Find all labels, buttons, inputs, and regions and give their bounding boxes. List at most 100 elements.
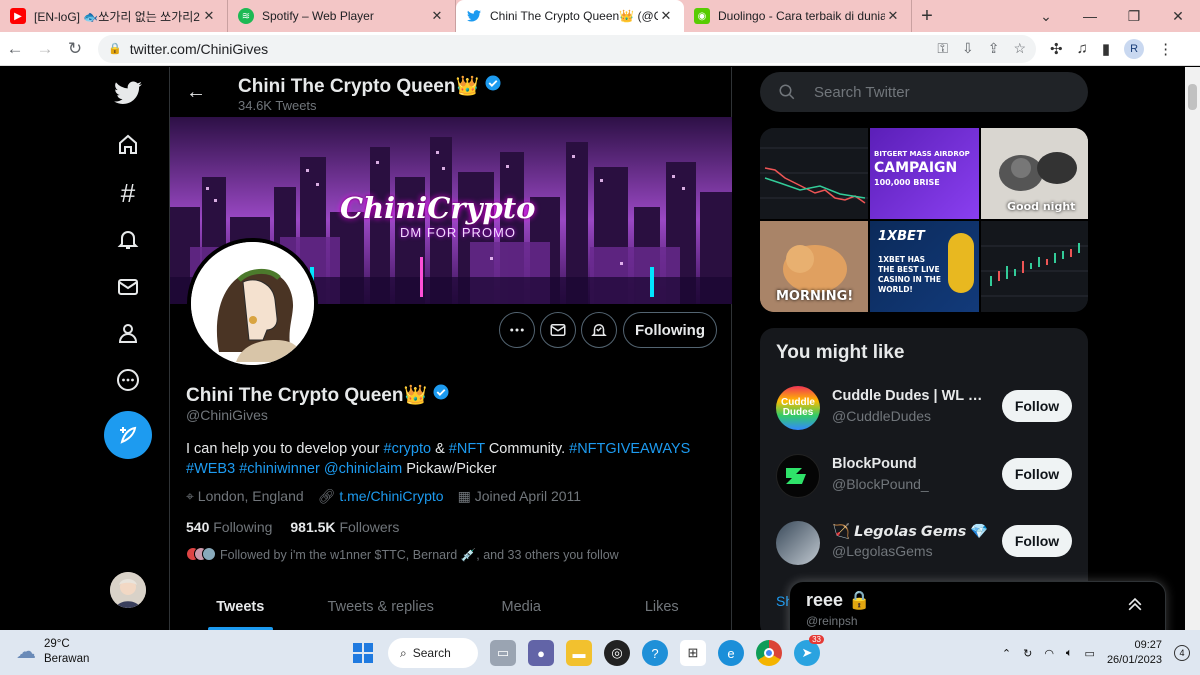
new-tab-button[interactable]: + bbox=[912, 0, 942, 32]
telegram-badge: 33 bbox=[809, 635, 824, 644]
bookmark-star-icon[interactable]: ☆ bbox=[1013, 40, 1026, 57]
hashtag-link[interactable]: #WEB3 bbox=[186, 461, 235, 477]
install-icon[interactable]: ⇩ bbox=[962, 40, 974, 57]
volume-icon[interactable]: 🔈︎ bbox=[1066, 647, 1073, 660]
notify-button[interactable] bbox=[581, 312, 617, 348]
close-tab-icon[interactable]: ✕ bbox=[201, 8, 217, 24]
suggestion-name[interactable]: 🏹 𝙇𝙚𝙜𝙤𝙡𝙖𝙨 𝙂𝙚𝙢𝙨 💎 bbox=[832, 523, 992, 540]
file-explorer-icon[interactable]: ▬ bbox=[566, 640, 592, 666]
media-thumb-cats[interactable]: Good night bbox=[981, 128, 1088, 219]
suggestion-name[interactable]: BlockPound bbox=[832, 456, 992, 472]
media-thumb-chart[interactable] bbox=[760, 128, 868, 219]
edge-icon[interactable]: e bbox=[718, 640, 744, 666]
close-tab-icon[interactable]: ✕ bbox=[885, 8, 901, 24]
profile-avatar[interactable]: R bbox=[1124, 38, 1145, 59]
page-scrollbar[interactable] bbox=[1185, 67, 1200, 630]
compose-tweet-button[interactable] bbox=[104, 411, 152, 459]
wifi-icon[interactable]: ◠ bbox=[1044, 647, 1054, 660]
suggestion-name[interactable]: Cuddle Dudes | WL Mi... bbox=[832, 388, 992, 404]
restore-button[interactable]: ❐ bbox=[1112, 0, 1156, 32]
close-tab-icon[interactable]: ✕ bbox=[429, 8, 445, 24]
suggestion-item[interactable]: 🏹 𝙇𝙚𝙜𝙤𝙡𝙖𝙨 𝙂𝙚𝙢𝙨 💎 @LegolasGems Follow bbox=[760, 513, 1088, 577]
browser-tab-spotify[interactable]: ≋ Spotify – Web Player ✕ bbox=[228, 0, 456, 32]
back-arrow-icon[interactable]: ← bbox=[186, 81, 206, 104]
browser-tab-duolingo[interactable]: ◉ Duolingo - Cara terbaik di dunia ✕ bbox=[684, 0, 912, 32]
tab-search-icon[interactable]: ⌄ bbox=[1024, 0, 1068, 32]
media-control-icon[interactable]: ♫ bbox=[1077, 40, 1088, 57]
followers-count-link[interactable]: 981.5K Followers bbox=[290, 519, 399, 535]
more-actions-button[interactable] bbox=[499, 312, 535, 348]
home-icon[interactable] bbox=[108, 125, 148, 165]
share-icon[interactable]: ⇪ bbox=[988, 40, 1000, 57]
suggestion-avatar[interactable] bbox=[776, 454, 820, 498]
notification-count[interactable]: 4 bbox=[1174, 645, 1190, 661]
website-item[interactable]: 🔗︎ t.me/ChiniCrypto bbox=[318, 488, 444, 505]
search-box[interactable]: Search Twitter bbox=[760, 72, 1088, 112]
windows-start-icon[interactable] bbox=[350, 640, 376, 666]
extensions-puzzle-icon[interactable]: ✣ bbox=[1050, 40, 1063, 58]
browser-tab-twitter[interactable]: Chini The Crypto Queen👑 (@Ch ✕ bbox=[456, 0, 684, 32]
lock-icon[interactable]: 🔒 bbox=[108, 42, 122, 55]
profile-avatar[interactable]: Chini the Crypto Queen bbox=[187, 238, 318, 369]
messages-envelope-icon[interactable] bbox=[108, 267, 148, 307]
media-thumb-chart-2[interactable] bbox=[981, 221, 1088, 312]
scrollbar-thumb[interactable] bbox=[1188, 84, 1197, 110]
hashtag-link[interactable]: #chiniwinner bbox=[239, 461, 320, 477]
tray-chevron-icon[interactable]: ⌃ bbox=[1002, 647, 1011, 660]
hashtag-link[interactable]: #crypto bbox=[384, 441, 432, 457]
github-icon[interactable]: ◎ bbox=[604, 640, 630, 666]
suggestion-avatar[interactable]: Cuddle Dudes bbox=[776, 386, 820, 430]
clock[interactable]: 09:27 26/01/2023 bbox=[1107, 638, 1162, 668]
media-thumb-cat-morning[interactable]: MORNING! bbox=[760, 221, 868, 312]
sync-icon[interactable]: ↻ bbox=[1023, 647, 1032, 660]
follow-button[interactable]: Follow bbox=[1002, 458, 1072, 490]
hashtag-link[interactable]: #NFT bbox=[449, 441, 485, 457]
follow-button[interactable]: Follow bbox=[1002, 525, 1072, 557]
close-window-button[interactable]: ✕ bbox=[1156, 0, 1200, 32]
followed-by-row[interactable]: Followed by i'm the w1nner $TTC, Bernard… bbox=[186, 547, 619, 564]
task-view-icon[interactable]: ▭ bbox=[490, 640, 516, 666]
forward-arrow-icon[interactable]: → bbox=[30, 39, 60, 59]
battery-icon[interactable]: ▭ bbox=[1085, 647, 1095, 660]
media-thumb-campaign[interactable]: BITGERT MASS AIRDROP CAMPAIGN 100,000 BR… bbox=[870, 128, 979, 219]
reload-icon[interactable]: ↻ bbox=[60, 39, 90, 59]
browser-tab-youtube[interactable]: ▶ [EN-loG] 🐟쏘가리 없는 쏘가리2 ✕ bbox=[0, 0, 228, 32]
telegram-icon[interactable]: ➤ 33 bbox=[794, 635, 824, 666]
address-bar[interactable]: 🔒 twitter.com/ChiniGives ⚿ ⇩ ⇪ ☆ bbox=[98, 34, 1036, 63]
suggestion-item[interactable]: Cuddle Dudes Cuddle Dudes | WL Mi... @Cud… bbox=[760, 378, 1088, 442]
store-icon[interactable]: ⊞ bbox=[680, 640, 706, 666]
twitter-logo-icon[interactable] bbox=[108, 73, 148, 113]
notifications-bell-icon[interactable] bbox=[108, 219, 148, 259]
hashtag-link[interactable]: #NFTGIVEAWAYS bbox=[569, 441, 690, 457]
back-arrow-icon[interactable]: ← bbox=[0, 39, 30, 59]
tab-title: Spotify – Web Player bbox=[262, 9, 374, 23]
mention-link[interactable]: @chiniclaim bbox=[324, 461, 402, 477]
tab-tweets-replies[interactable]: Tweets & replies bbox=[311, 585, 452, 630]
menu-kebab-icon[interactable]: ⋮ bbox=[1158, 40, 1173, 58]
follow-button[interactable]: Follow bbox=[1002, 390, 1072, 422]
media-thumb-1xbet[interactable]: 1XBET 1XBET HAS THE BEST LIVE CASINO IN … bbox=[870, 221, 979, 312]
profile-person-icon[interactable] bbox=[108, 313, 148, 353]
explore-hashtag-icon[interactable]: # bbox=[108, 173, 148, 213]
account-avatar[interactable] bbox=[110, 572, 146, 608]
message-button[interactable] bbox=[540, 312, 576, 348]
taskbar-search[interactable]: ⌕ Search bbox=[388, 638, 478, 668]
suggestion-avatar[interactable] bbox=[776, 521, 820, 565]
messages-drawer[interactable]: reee 🔒 @reinpsh bbox=[789, 581, 1166, 630]
tab-tweets[interactable]: Tweets bbox=[170, 585, 311, 630]
tab-media[interactable]: Media bbox=[451, 585, 592, 630]
help-icon[interactable]: ? bbox=[642, 640, 668, 666]
teams-chat-icon[interactable]: ● bbox=[528, 640, 554, 666]
following-count-link[interactable]: 540 Following bbox=[186, 519, 272, 535]
following-button[interactable]: Following bbox=[623, 312, 717, 348]
tab-likes[interactable]: Likes bbox=[592, 585, 733, 630]
suggestion-item[interactable]: BlockPound @BlockPound_ Follow bbox=[760, 446, 1088, 510]
minimize-button[interactable]: — bbox=[1068, 0, 1112, 32]
close-tab-icon[interactable]: ✕ bbox=[658, 8, 674, 24]
expand-chevron-icon[interactable] bbox=[1125, 594, 1145, 619]
key-icon[interactable]: ⚿ bbox=[937, 40, 948, 57]
side-panel-icon[interactable]: ▮ bbox=[1102, 40, 1110, 58]
more-options-icon[interactable] bbox=[108, 360, 148, 400]
weather-widget[interactable]: ☁ 29°C Berawan bbox=[16, 637, 89, 667]
chrome-icon[interactable] bbox=[756, 640, 782, 666]
